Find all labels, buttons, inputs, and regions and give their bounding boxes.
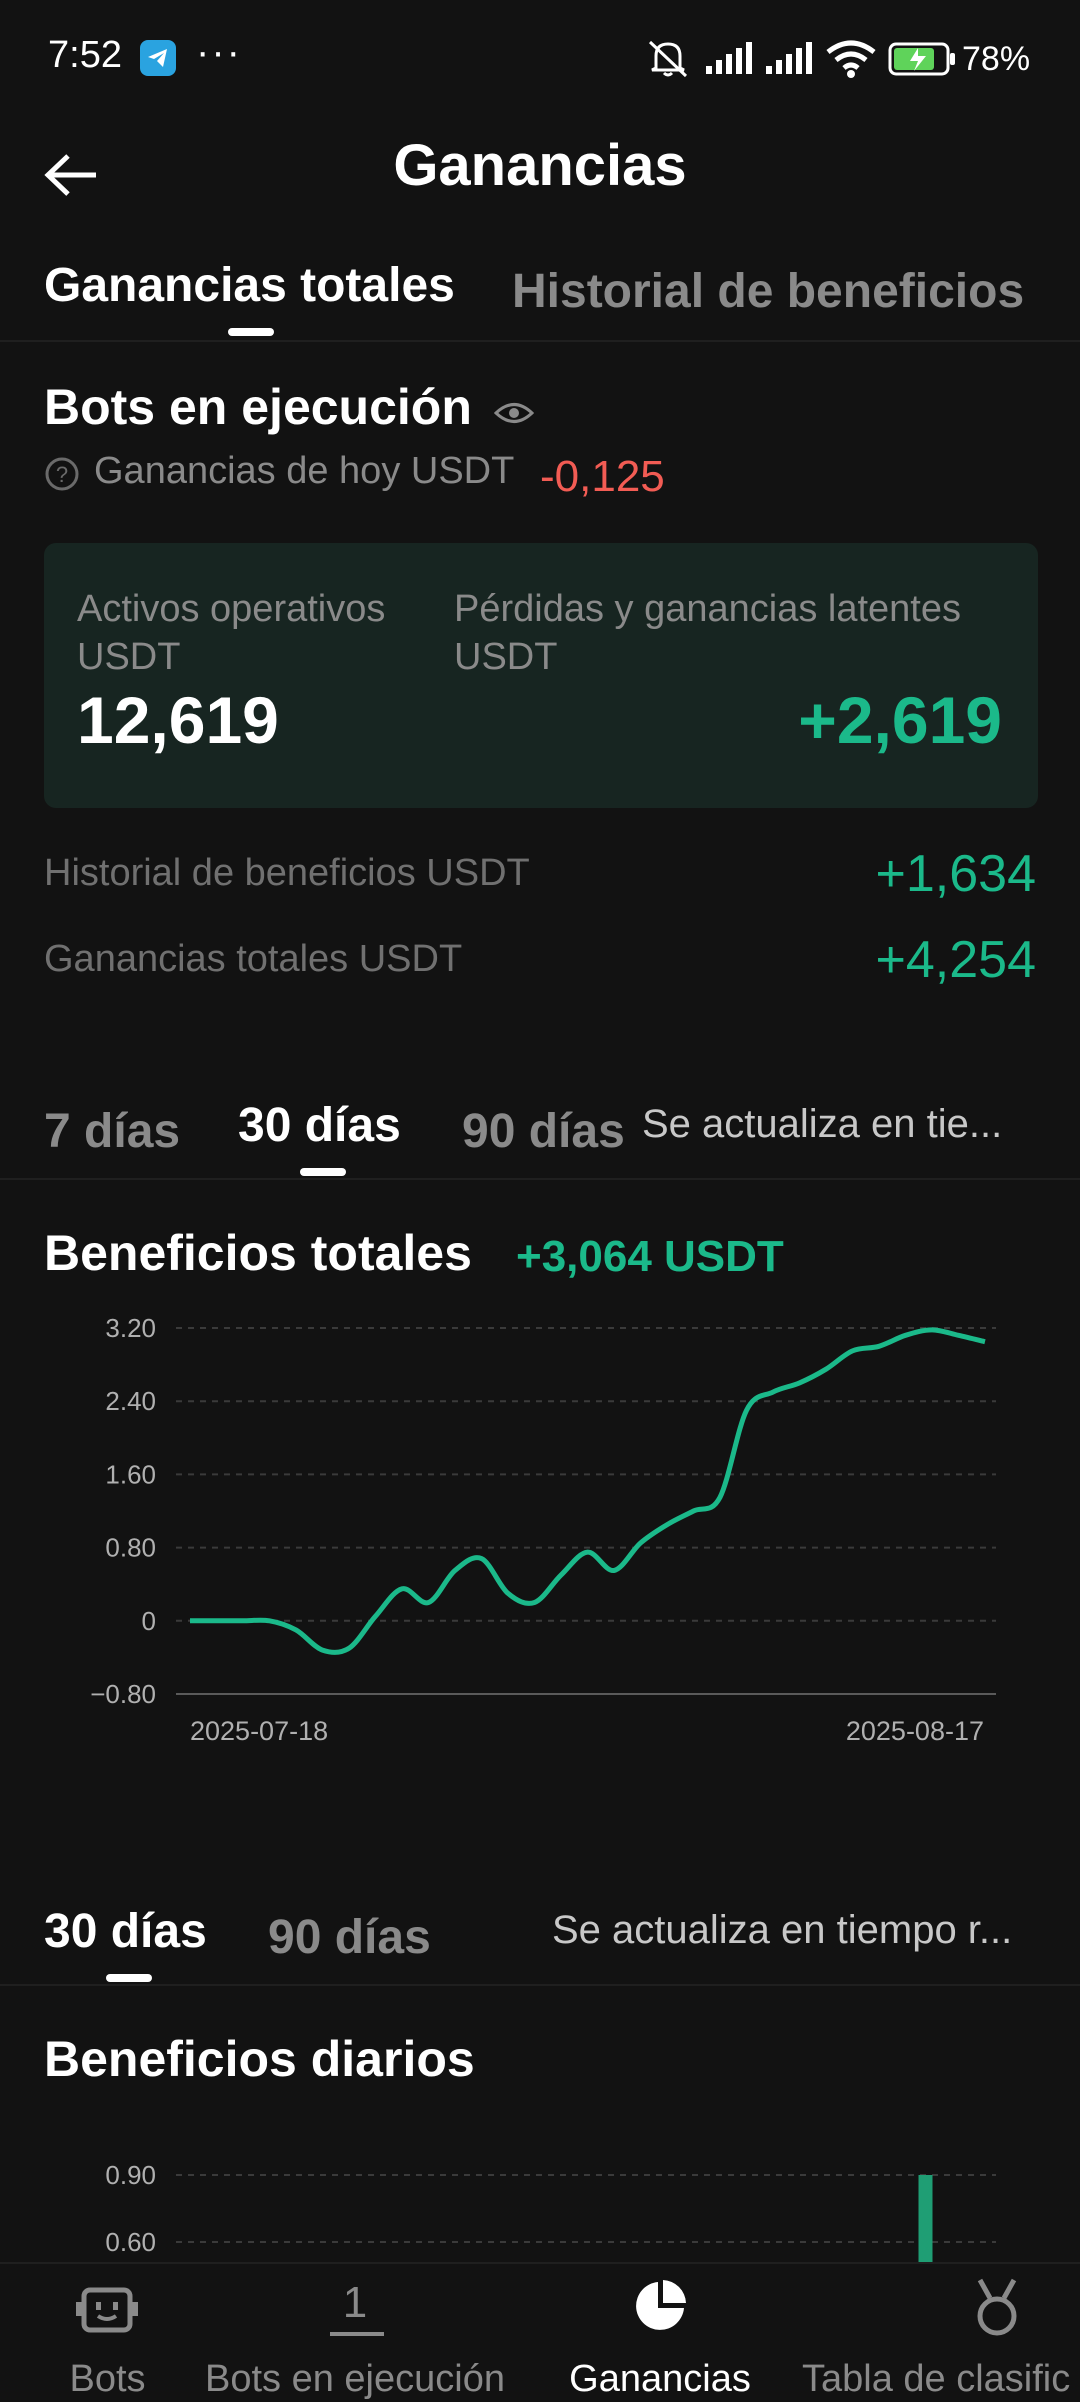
daily-profit-bar	[918, 2175, 933, 2262]
total-profit-line-chart: 3.20 2.40 1.60 0.80 0 −0.80 2025-07-18 2025-08-…	[90, 1313, 996, 1746]
page-title: Ganancias	[393, 133, 687, 198]
signal-icon-2	[766, 42, 812, 74]
total-earnings-label: Ganancias totales USDT	[44, 938, 463, 980]
x-tick-label: 2025-08-17	[846, 1716, 984, 1746]
count-underline	[330, 2332, 384, 2336]
nav-item-leaderboard[interactable]: Tabla de clasific	[790, 2268, 1080, 2400]
realtime-update-note: Se actualiza en tie...	[642, 1102, 1003, 1146]
count-icon: 1	[342, 2278, 368, 2327]
profit-history-value: +1,634	[875, 845, 1037, 903]
pie-chart-icon	[636, 2280, 686, 2330]
divider	[0, 1178, 1080, 1180]
today-earnings-label: Ganancias de hoy USDT	[94, 450, 515, 492]
nav-item-earnings[interactable]: Ganancias	[540, 2268, 780, 2400]
robot-icon	[76, 2287, 138, 2333]
daily-profit-bar-chart: 0.90 0.60	[105, 2160, 996, 2262]
mute-bell-icon	[648, 40, 688, 78]
latent-pnl-label: Pérdidas y ganancias latentes	[454, 588, 961, 630]
y-tick-label: 0.90	[105, 2160, 156, 2190]
latent-pnl-unit: USDT	[454, 636, 558, 678]
daily-active-indicator	[106, 1974, 152, 1982]
nav-label-leaderboard: Tabla de clasific	[802, 2358, 1071, 2400]
status-bar: 7:52 ··· 78%	[0, 0, 1080, 120]
operating-assets-label: Activos operativos	[77, 588, 386, 630]
daily-realtime-note: Se actualiza en tiempo r...	[552, 1908, 1013, 1952]
more-notifications-icon: ···	[196, 30, 242, 74]
operating-assets-unit: USDT	[77, 636, 181, 678]
wifi-icon	[826, 40, 876, 78]
operating-assets-value: 12,619	[77, 683, 279, 757]
battery-percentage: 78%	[962, 40, 1031, 78]
active-tab-indicator	[228, 328, 274, 336]
profit-series-line	[190, 1327, 986, 1655]
help-icon[interactable]: ?	[44, 456, 80, 492]
eye-icon[interactable]	[494, 398, 534, 428]
y-tick-label: 0.80	[105, 1533, 156, 1563]
daily-tab-30d[interactable]: 30 días	[44, 1904, 207, 1959]
period-tab-90d[interactable]: 90 días	[462, 1104, 625, 1159]
y-tick-label: 1.60	[105, 1459, 156, 1489]
total-profit-value: +3,064 USDT	[516, 1232, 784, 1281]
y-tick-label: −0.80	[90, 1679, 156, 1709]
signal-icon-1	[706, 42, 752, 74]
today-earnings-value: -0,125	[540, 452, 665, 501]
tab-total-earnings[interactable]: Ganancias totales	[44, 258, 455, 313]
total-profit-title: Beneficios totales	[44, 1225, 472, 1281]
daily-profit-title: Beneficios diarios	[44, 2031, 475, 2087]
nav-label-earnings: Ganancias	[569, 2358, 751, 2400]
period-active-indicator	[300, 1168, 346, 1176]
total-earnings-value: +4,254	[875, 931, 1037, 989]
period-tab-30d[interactable]: 30 días	[238, 1098, 401, 1153]
y-tick-label: 0	[142, 1606, 156, 1636]
divider	[0, 1984, 1080, 1986]
tab-profit-history[interactable]: Historial de beneficios	[512, 264, 1024, 319]
svg-text:?: ?	[56, 462, 68, 487]
profit-history-label: Historial de beneficios USDT	[44, 852, 530, 894]
period-tab-7d[interactable]: 7 días	[44, 1104, 180, 1159]
telegram-icon	[140, 40, 176, 76]
latent-pnl-value: +2,619	[798, 683, 1002, 757]
y-tick-label: 0.60	[105, 2227, 156, 2257]
battery-charging-icon	[888, 42, 955, 76]
running-bots-title: Bots en ejecución	[44, 379, 472, 435]
nav-item-running-bots[interactable]: 1 Bots en ejecución	[180, 2268, 530, 2400]
daily-tab-90d[interactable]: 90 días	[268, 1910, 431, 1965]
status-time: 7:52	[48, 34, 122, 76]
y-tick-label: 2.40	[105, 1386, 156, 1416]
y-tick-label: 3.20	[105, 1313, 156, 1343]
medal-icon	[977, 2278, 1017, 2336]
nav-label-running-bots: Bots en ejecución	[205, 2358, 505, 2400]
x-tick-label: 2025-07-18	[190, 1716, 328, 1746]
